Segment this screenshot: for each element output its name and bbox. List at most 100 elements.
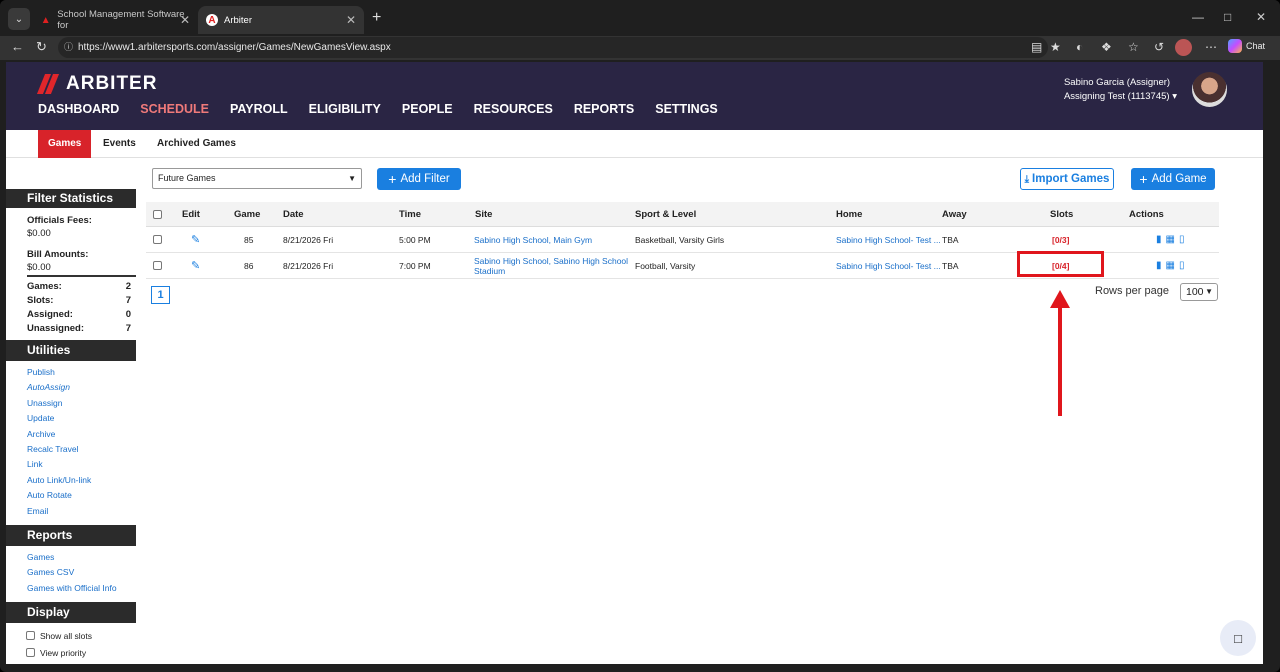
nav-resources[interactable]: RESOURCES	[474, 102, 553, 116]
user-menu[interactable]: Sabino Garcia (Assigner) Assigning Test …	[1064, 76, 1177, 104]
checkbox[interactable]	[26, 648, 35, 658]
trash-icon[interactable]: ▯	[1179, 260, 1185, 271]
report-games[interactable]: Games	[6, 550, 136, 565]
page-1-button[interactable]: 1	[151, 286, 170, 304]
game-home-link[interactable]: Sabino High School- Test ...	[836, 253, 941, 278]
browser-tab-2[interactable]: A Arbiter ✕	[198, 6, 364, 34]
arbiter-favicon-icon: ▲	[40, 14, 51, 26]
add-filter-button[interactable]: + Add Filter	[377, 168, 461, 190]
header-time[interactable]: Time	[399, 202, 421, 226]
nav-eligibility[interactable]: ELIGIBILITY	[309, 102, 381, 116]
tab-actions-menu[interactable]: ⌄	[8, 8, 30, 30]
display-heading: Display	[6, 602, 136, 624]
add-game-button[interactable]: + Add Game	[1131, 168, 1215, 190]
nav-schedule[interactable]: SCHEDULE	[140, 102, 209, 116]
game-number: 86	[244, 260, 254, 271]
chat-bubble-button[interactable]: □	[1220, 620, 1256, 656]
url-field[interactable]: ⓘ https://www1.arbitersports.com/assigne…	[58, 37, 1048, 58]
arbiter-logo[interactable]: ARBITER	[36, 73, 157, 95]
table-header: Edit Game Date Time Site Sport & Level H…	[146, 202, 1219, 227]
document-icon[interactable]: ▦	[1166, 260, 1175, 271]
close-icon[interactable]: ✕	[180, 13, 190, 27]
profile-avatar[interactable]	[1175, 39, 1192, 56]
close-window-icon[interactable]: ✕	[1256, 10, 1266, 24]
slots-highlight-box	[1017, 251, 1104, 277]
utility-link[interactable]: Link	[6, 457, 136, 472]
app-header: ARBITER DASHBOARD SCHEDULE PAYROLL ELIGI…	[6, 62, 1263, 130]
user-avatar[interactable]	[1192, 72, 1227, 107]
game-site-link[interactable]: Sabino High School, Main Gym	[474, 227, 629, 252]
utility-archive[interactable]: Archive	[6, 427, 136, 442]
utility-publish[interactable]: Publish	[6, 365, 136, 380]
saved-filter-select[interactable]: Future Games ▼	[152, 168, 362, 189]
utility-auto-rotate[interactable]: Auto Rotate	[6, 488, 136, 503]
maximize-icon[interactable]: □	[1224, 10, 1231, 24]
extensions-icon[interactable]: ❖	[1101, 40, 1112, 54]
sidebar: Filter Statistics Officials Fees: $0.00 …	[6, 189, 136, 661]
tab-events[interactable]: Events	[93, 130, 146, 158]
favorite-star-icon[interactable]: ★	[1050, 40, 1061, 54]
edit-pencil-icon[interactable]: ✎	[191, 259, 200, 272]
report-games-official-info[interactable]: Games with Official Info	[6, 581, 136, 596]
nav-payroll[interactable]: PAYROLL	[230, 102, 288, 116]
game-sport-level: Football, Varsity	[635, 260, 696, 271]
arbiter-mark-icon	[36, 74, 60, 94]
download-icon: ⤓	[1024, 173, 1030, 185]
utility-auto-link[interactable]: Auto Link/Un-link	[6, 473, 136, 488]
copilot-chat-button[interactable]: Chat	[1228, 39, 1265, 53]
back-icon[interactable]: ←	[11, 39, 24, 54]
header-sport-level[interactable]: Sport & Level	[635, 202, 696, 226]
favorites-icon[interactable]: ☆	[1128, 40, 1139, 54]
edit-pencil-icon[interactable]: ✎	[191, 233, 200, 246]
nav-reports[interactable]: REPORTS	[574, 102, 634, 116]
utility-autoassign[interactable]: AutoAssign	[6, 380, 136, 395]
nav-people[interactable]: PEOPLE	[402, 102, 453, 116]
history-icon[interactable]: ↺	[1154, 40, 1164, 54]
game-date: 8/21/2026 Fri	[283, 234, 334, 245]
header-site[interactable]: Site	[475, 202, 492, 226]
tab-archived-games[interactable]: Archived Games	[147, 130, 246, 158]
read-aloud-icon[interactable]: ◐	[1076, 40, 1083, 54]
select-all-checkbox[interactable]	[153, 209, 162, 219]
new-tab-icon[interactable]: +	[372, 9, 381, 27]
plus-icon: +	[1139, 171, 1148, 187]
header-game[interactable]: Game	[234, 202, 260, 226]
message-icon[interactable]: ▮	[1156, 234, 1162, 245]
row-checkbox[interactable]	[153, 261, 162, 270]
document-icon[interactable]: ▦	[1166, 234, 1175, 245]
minimize-icon[interactable]: —	[1192, 10, 1204, 24]
refresh-icon[interactable]: ↻	[36, 39, 47, 55]
game-slots-link[interactable]: [0/3]	[1052, 227, 1069, 252]
header-home[interactable]: Home	[836, 202, 862, 226]
arbiter-favicon-icon: A	[206, 14, 218, 26]
officials-fees-value: $0.00	[27, 228, 51, 239]
more-icon[interactable]: ⋯	[1205, 40, 1217, 54]
message-icon[interactable]: ▮	[1156, 260, 1162, 271]
close-icon[interactable]: ✕	[346, 13, 356, 27]
utility-unassign[interactable]: Unassign	[6, 396, 136, 411]
show-all-slots-option[interactable]: Show all slots	[6, 627, 136, 644]
view-priority-option[interactable]: View priority	[6, 644, 136, 661]
report-games-csv[interactable]: Games CSV	[6, 565, 136, 580]
game-away: TBA	[942, 260, 959, 271]
import-games-button[interactable]: ⤓ Import Games	[1020, 168, 1114, 190]
header-away[interactable]: Away	[942, 202, 967, 226]
nav-settings[interactable]: SETTINGS	[655, 102, 718, 116]
header-date[interactable]: Date	[283, 202, 304, 226]
tab-games[interactable]: Games	[38, 130, 92, 158]
checkbox[interactable]	[26, 631, 35, 641]
game-home-link[interactable]: Sabino High School- Test ...	[836, 227, 941, 252]
reader-icon[interactable]: ▤	[1031, 40, 1042, 54]
site-info-icon[interactable]: ⓘ	[64, 37, 73, 58]
stat-assigned: Assigned: 0	[27, 309, 131, 320]
utility-recalc-travel[interactable]: Recalc Travel	[6, 442, 136, 457]
row-checkbox[interactable]	[153, 235, 162, 244]
utility-update[interactable]: Update	[6, 411, 136, 426]
utility-email[interactable]: Email	[6, 504, 136, 519]
nav-dashboard[interactable]: DASHBOARD	[38, 102, 119, 116]
trash-icon[interactable]: ▯	[1179, 234, 1185, 245]
browser-tab-1[interactable]: ▲ School Management Software for ✕	[32, 6, 198, 34]
game-site-link[interactable]: Sabino High School, Sabino High School S…	[474, 253, 632, 278]
chat-label: Chat	[1246, 41, 1266, 51]
rows-per-page-select[interactable]: 100 ▼	[1180, 283, 1218, 301]
